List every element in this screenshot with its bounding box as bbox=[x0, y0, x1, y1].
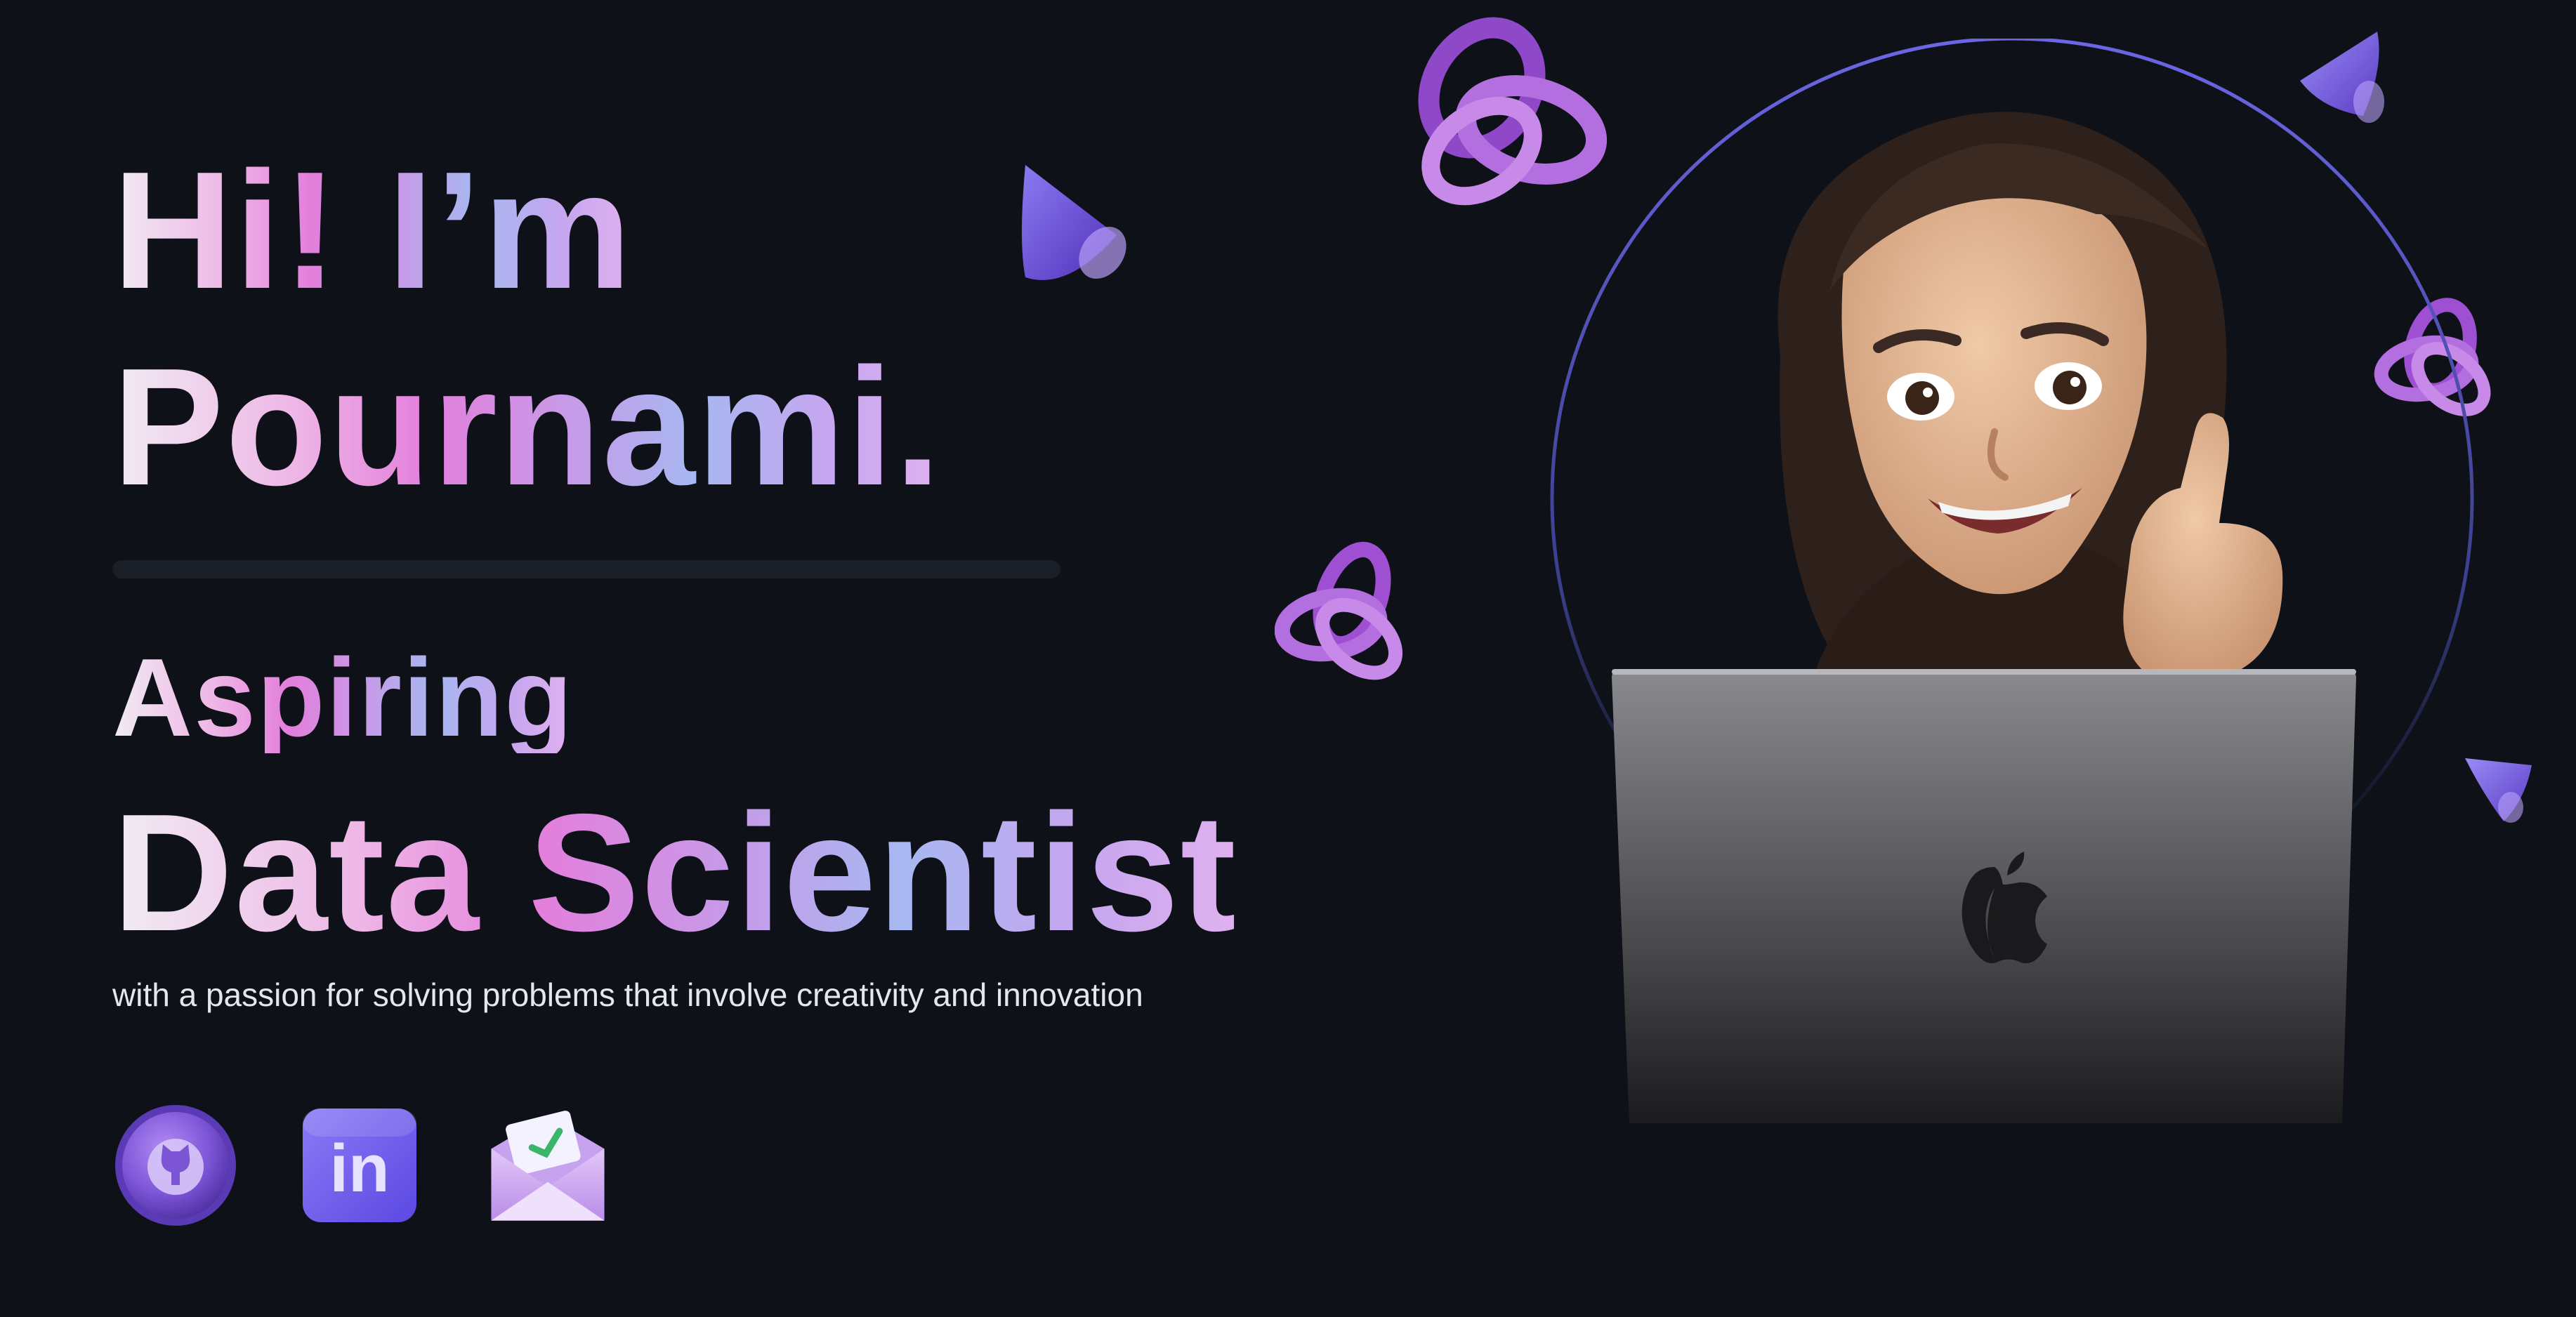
aspiring-heading: Aspiring bbox=[112, 636, 574, 760]
divider bbox=[112, 560, 1060, 578]
role-heading: Data Scientist bbox=[112, 780, 1237, 966]
knot-icon bbox=[1275, 541, 1403, 680]
github-icon bbox=[115, 1105, 236, 1226]
email-link[interactable] bbox=[485, 1102, 611, 1229]
cone-icon bbox=[1022, 165, 1126, 280]
name-heading: Pournami. bbox=[112, 334, 942, 520]
greeting-heading: Hi! I’m bbox=[112, 138, 633, 324]
linkedin-icon: in bbox=[303, 1108, 416, 1222]
github-link[interactable] bbox=[112, 1102, 239, 1229]
tagline: with a passion for solving problems that… bbox=[112, 977, 1143, 1013]
linkedin-link[interactable]: in bbox=[296, 1102, 423, 1229]
mail-icon bbox=[491, 1111, 605, 1221]
avatar bbox=[1549, 37, 2476, 1134]
memoji-avatar bbox=[1550, 37, 2474, 1123]
linkedin-text: in bbox=[329, 1131, 389, 1206]
hero-section: Hi! I’m Pournami. Aspiring Data Scientis… bbox=[112, 0, 1376, 1317]
